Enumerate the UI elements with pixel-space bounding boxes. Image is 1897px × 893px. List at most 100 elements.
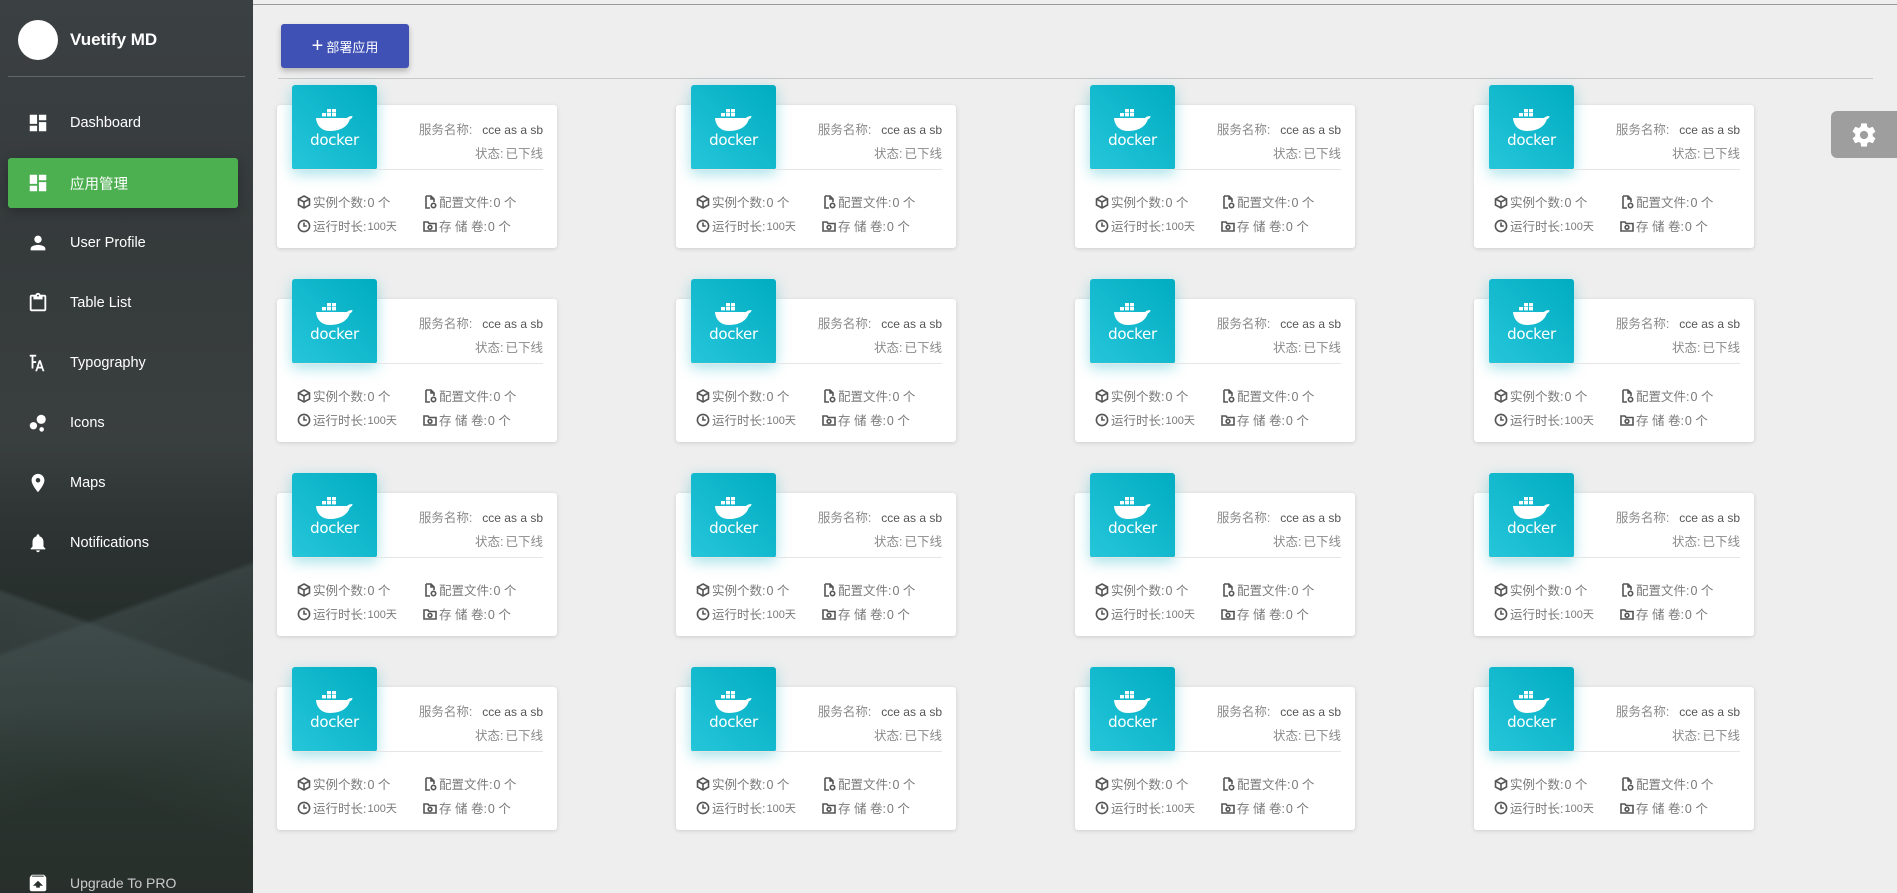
config-files-label: 配置文件: — [838, 196, 892, 210]
instances-value: 0 个 — [1165, 778, 1189, 792]
volumes-label: 存 储 卷: — [838, 220, 886, 234]
app-card[interactable]: docker 服务名称: cce as a sb 状态: 已下线 实例个数: 0 个 … — [1474, 667, 1754, 830]
uptime-value: 100天 — [1165, 802, 1195, 815]
app-card[interactable]: docker 服务名称: cce as a sb 状态: 已下线 实例个数: 0 个 … — [676, 667, 956, 830]
volumes-value: 0 个 — [886, 220, 910, 234]
instances-value: 0 个 — [367, 196, 391, 210]
volumes-stat: 存 储 卷: 0 个 — [822, 604, 910, 623]
volumes-stat: 存 储 卷: 0 个 — [423, 216, 511, 235]
app-card[interactable]: docker 服务名称: cce as a sb 状态: 已下线 实例个数: 0 个 … — [676, 473, 956, 636]
sidebar: Vuetify MD Dashboard 应用管理 User Profile T… — [0, 0, 253, 893]
sidebar-item-user-profile[interactable]: User Profile — [8, 218, 238, 268]
person-icon — [26, 231, 50, 255]
sidebar-item-upgrade-pro[interactable]: Upgrade To PRO — [8, 858, 238, 893]
app-card[interactable]: docker 服务名称: cce as a sb 状态: 已下线 实例个数: 0 个 … — [1075, 473, 1355, 636]
sidebar-item-label: User Profile — [70, 235, 146, 251]
docker-whale-icon — [1512, 303, 1550, 325]
settings-toggle[interactable] — [1831, 111, 1897, 158]
uptime-stat: 运行时长: 100天 — [696, 410, 796, 429]
service-name-row: 服务名称: cce as a sb — [1616, 313, 1740, 332]
status-value: 已下线 — [1702, 147, 1740, 161]
app-thumbnail: docker — [1489, 667, 1574, 752]
instances-value: 0 个 — [1165, 196, 1189, 210]
uptime-stat: 运行时长: 100天 — [696, 604, 796, 623]
service-name-label: 服务名称: — [817, 511, 872, 525]
instances-stat: 实例个数: 0 个 — [1494, 192, 1587, 211]
uptime-label: 运行时长: — [1510, 220, 1564, 234]
app-card[interactable]: docker 服务名称: cce as a sb 状态: 已下线 实例个数: 0 个 … — [1075, 85, 1355, 248]
config-files-stat: 配置文件: 0 个 — [1221, 774, 1314, 793]
file-settings-icon — [1223, 194, 1235, 209]
sidebar-item-label: Table List — [70, 295, 132, 311]
cube-icon — [1095, 776, 1109, 791]
status-value: 已下线 — [1702, 341, 1740, 355]
status-row: 状态: 已下线 — [1273, 531, 1341, 550]
folder-camera-icon — [1620, 220, 1634, 232]
sidebar-item-maps[interactable]: Maps — [8, 458, 238, 508]
status-label: 状态: — [874, 147, 903, 161]
clock-icon — [696, 219, 710, 232]
app-card[interactable]: docker 服务名称: cce as a sb 状态: 已下线 实例个数: 0 个 … — [1075, 279, 1355, 442]
service-name-value: cce as a sb — [1280, 511, 1341, 525]
instances-value: 0 个 — [1564, 390, 1588, 404]
uptime-stat: 运行时长: 100天 — [1095, 604, 1195, 623]
sidebar-item-app-management[interactable]: 应用管理 — [8, 158, 238, 208]
clock-icon — [1095, 219, 1109, 232]
sidebar-item-icons[interactable]: Icons — [8, 398, 238, 448]
instances-stat: 实例个数: 0 个 — [1095, 774, 1188, 793]
docker-logo-text: docker — [310, 131, 359, 149]
card-divider — [692, 557, 942, 558]
app-card[interactable]: docker 服务名称: cce as a sb 状态: 已下线 实例个数: 0 个 … — [676, 279, 956, 442]
app-card[interactable]: docker 服务名称: cce as a sb 状态: 已下线 实例个数: 0 个 … — [1474, 279, 1754, 442]
volumes-label: 存 储 卷: — [838, 802, 886, 816]
sidebar-item-notifications[interactable]: Notifications — [8, 518, 238, 568]
volumes-stat: 存 储 卷: 0 个 — [1620, 604, 1708, 623]
card-divider — [293, 169, 543, 170]
card-divider — [692, 363, 942, 364]
config-files-value: 0 个 — [892, 196, 916, 210]
service-name-row: 服务名称: cce as a sb — [818, 701, 942, 720]
config-files-stat: 配置文件: 0 个 — [1221, 192, 1314, 211]
volumes-stat: 存 储 卷: 0 个 — [1221, 604, 1309, 623]
clock-icon — [1095, 607, 1109, 620]
config-files-value: 0 个 — [493, 196, 517, 210]
app-card[interactable]: docker 服务名称: cce as a sb 状态: 已下线 实例个数: 0 个 … — [1474, 473, 1754, 636]
deploy-app-button[interactable]: + 部署应用 — [281, 24, 409, 68]
status-value: 已下线 — [1303, 729, 1341, 743]
file-settings-icon — [824, 194, 836, 209]
status-value: 已下线 — [505, 341, 543, 355]
sidebar-item-typography[interactable]: Typography — [8, 338, 238, 388]
app-card[interactable]: docker 服务名称: cce as a sb 状态: 已下线 实例个数: 0 个 … — [1075, 667, 1355, 830]
app-card[interactable]: docker 服务名称: cce as a sb 状态: 已下线 实例个数: 0 个 … — [277, 279, 557, 442]
config-files-value: 0 个 — [892, 584, 916, 598]
instances-label: 实例个数: — [1111, 778, 1165, 792]
file-settings-icon — [1223, 582, 1235, 597]
app-card[interactable]: docker 服务名称: cce as a sb 状态: 已下线 实例个数: 0 个 … — [1474, 85, 1754, 248]
service-name-value: cce as a sb — [482, 511, 543, 525]
volumes-label: 存 储 卷: — [1237, 220, 1285, 234]
bell-icon — [26, 531, 50, 555]
uptime-value: 100天 — [766, 802, 796, 815]
brand[interactable]: Vuetify MD — [18, 20, 157, 60]
app-card[interactable]: docker 服务名称: cce as a sb 状态: 已下线 实例个数: 0 个 … — [676, 85, 956, 248]
card-divider — [1490, 363, 1740, 364]
volumes-value: 0 个 — [487, 608, 511, 622]
app-card[interactable]: docker 服务名称: cce as a sb 状态: 已下线 实例个数: 0 个 … — [277, 473, 557, 636]
folder-camera-icon — [822, 414, 836, 426]
config-files-value: 0 个 — [493, 390, 517, 404]
cube-icon — [696, 582, 710, 597]
uptime-label: 运行时长: — [1510, 608, 1564, 622]
app-card[interactable]: docker 服务名称: cce as a sb 状态: 已下线 实例个数: 0 个 … — [277, 85, 557, 248]
uptime-value: 100天 — [1165, 608, 1195, 621]
instances-value: 0 个 — [367, 778, 391, 792]
card-divider — [1490, 169, 1740, 170]
volumes-stat: 存 储 卷: 0 个 — [423, 410, 511, 429]
uptime-value: 100天 — [1165, 220, 1195, 233]
service-name-label: 服务名称: — [1216, 123, 1271, 137]
instances-label: 实例个数: — [712, 196, 766, 210]
service-name-row: 服务名称: cce as a sb — [1616, 119, 1740, 138]
sidebar-item-table-list[interactable]: Table List — [8, 278, 238, 328]
app-card[interactable]: docker 服务名称: cce as a sb 状态: 已下线 实例个数: 0 个 … — [277, 667, 557, 830]
sidebar-item-dashboard[interactable]: Dashboard — [8, 98, 238, 148]
config-files-label: 配置文件: — [838, 584, 892, 598]
